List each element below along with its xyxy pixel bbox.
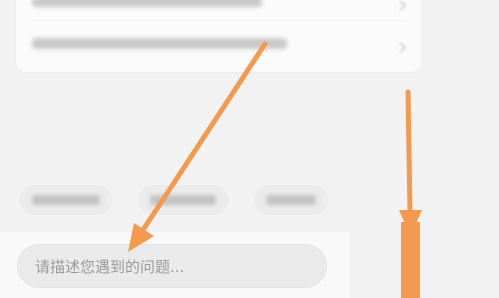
chevron-right-icon	[399, 38, 407, 53]
annotation-arrow-vertical	[399, 89, 422, 298]
feedback-screen: 请描述您遇到的问题...	[0, 0, 499, 298]
problem-description-input[interactable]: 请描述您遇到的问题...	[17, 244, 327, 288]
faq-item-text-blurred	[32, 0, 262, 7]
faq-item-text-blurred	[32, 38, 287, 49]
faq-list-card	[16, 0, 421, 72]
faq-list-item[interactable]	[32, 34, 407, 54]
quick-reply-chip[interactable]	[138, 185, 228, 215]
chip-text-blurred	[32, 195, 100, 205]
chip-text-blurred	[150, 195, 216, 205]
faq-list-item[interactable]	[32, 0, 407, 12]
list-divider	[32, 20, 407, 21]
input-placeholder: 请描述您遇到的问题...	[35, 258, 185, 276]
annotation-arrow-diagonal	[128, 41, 268, 252]
quick-reply-chip[interactable]	[254, 185, 328, 215]
chevron-right-icon	[399, 0, 407, 11]
quick-reply-chip[interactable]	[20, 185, 112, 215]
chip-text-blurred	[266, 195, 316, 205]
message-input-bar: 请描述您遇到的问题...	[0, 232, 350, 298]
